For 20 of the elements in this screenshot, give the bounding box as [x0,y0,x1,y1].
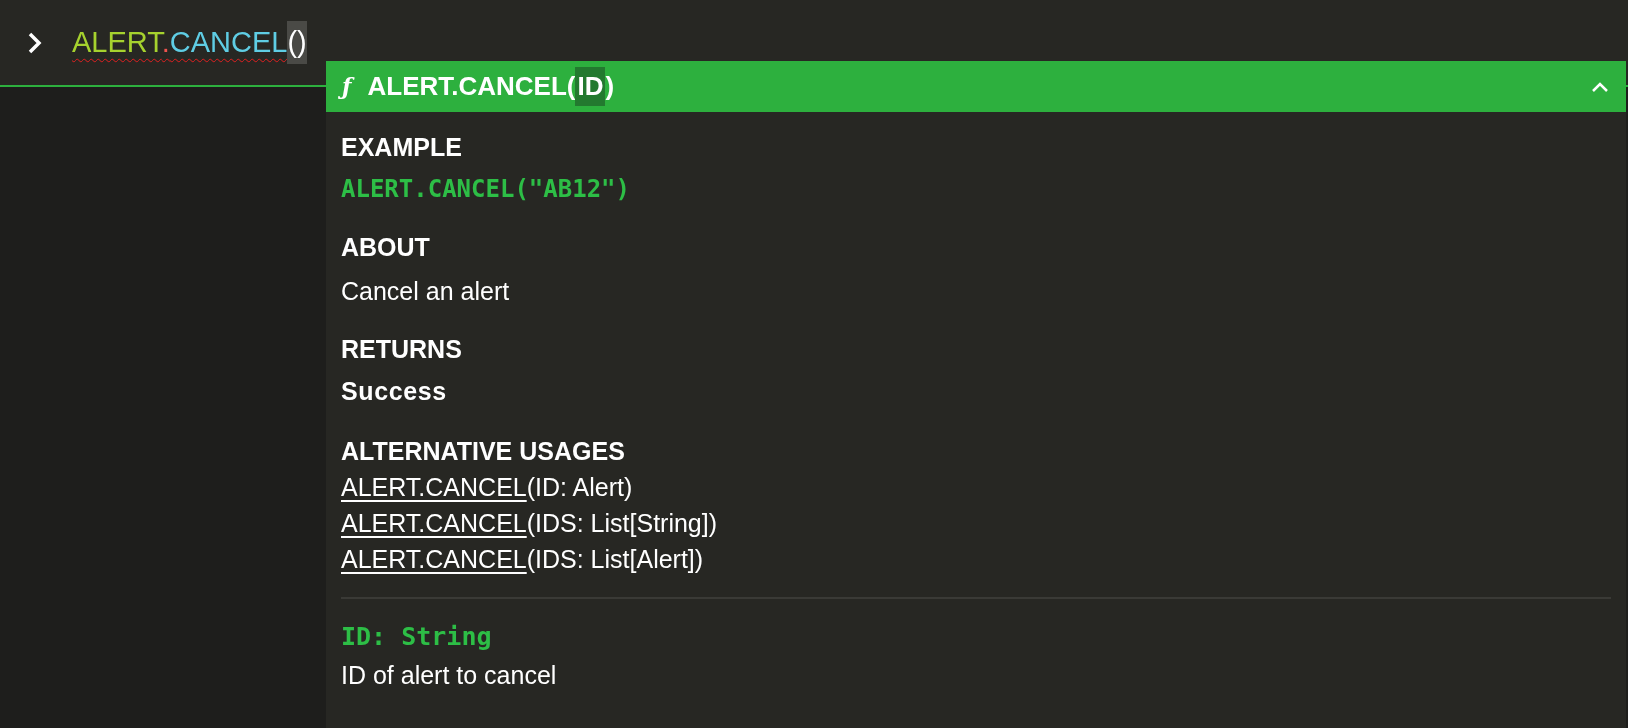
return-type: Success [341,376,448,407]
about-text: Cancel an alert [341,276,511,307]
usage-arguments: (IDS: List[Alert]) [526,544,704,575]
parameter-signature: ID: String [341,621,493,653]
usage-link[interactable]: ALERT.CANCEL [341,541,527,577]
parentheses-text: () [287,20,307,65]
usage-link[interactable]: ALERT.CANCEL [341,505,527,541]
signature-parameter: ID [575,67,606,106]
section-heading: ABOUT [341,232,431,263]
command-text: ALERT.CANCEL [72,24,288,60]
usage-arguments: (ID: Alert) [526,472,633,503]
usage-link[interactable]: ALERT.CANCEL [341,469,527,505]
section-heading: RETURNS [341,334,463,365]
signature-header[interactable]: ƒ ALERT.CANCEL(ID) [326,61,1626,112]
chevron-right-icon [26,30,44,55]
example-code: ALERT.CANCEL("AB12") [341,174,631,205]
parameter-description: ID of alert to cancel [341,660,558,691]
usage-arguments: (IDS: List[String]) [526,508,718,539]
section-heading: ALTERNATIVE USAGES [341,436,626,467]
section-heading: EXAMPLE [341,132,463,163]
